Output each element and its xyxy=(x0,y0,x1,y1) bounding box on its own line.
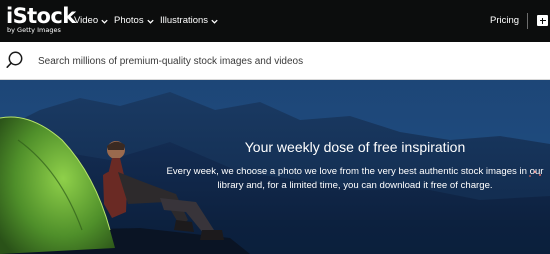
nav-photos-label: Photos xyxy=(114,15,144,26)
nav-video-label: Video xyxy=(74,15,99,26)
top-navigation: iStock by Getty Images Video Photos Illu… xyxy=(0,0,550,42)
add-to-board-icon[interactable] xyxy=(537,15,548,26)
nav-divider xyxy=(527,13,528,29)
search-bar xyxy=(0,42,550,80)
hero-description: Every week, we choose a photo we love fr… xyxy=(166,166,544,191)
nav-illustrations-label: Illustrations xyxy=(160,15,209,26)
logo-wordmark: iStock xyxy=(6,4,76,28)
nav-illustrations-menu[interactable]: Illustrations xyxy=(160,14,219,28)
search-input[interactable] xyxy=(38,51,538,71)
chevron-down-icon xyxy=(146,19,154,24)
chevron-down-icon xyxy=(101,19,108,24)
pricing-link[interactable]: Pricing xyxy=(490,14,519,28)
nav-video-menu[interactable]: Video xyxy=(74,14,109,28)
hero-title: Your weekly dose of free inspiration xyxy=(244,139,466,155)
chevron-down-icon xyxy=(211,19,218,24)
istock-logo[interactable]: iStock by Getty Images xyxy=(6,5,76,37)
logo-tagline: by Getty Images xyxy=(7,26,61,34)
nav-photos-menu[interactable]: Photos xyxy=(114,14,155,28)
search-icon[interactable] xyxy=(6,50,26,70)
hero-banner: Your weekly dose of free inspiration Eve… xyxy=(0,80,550,254)
